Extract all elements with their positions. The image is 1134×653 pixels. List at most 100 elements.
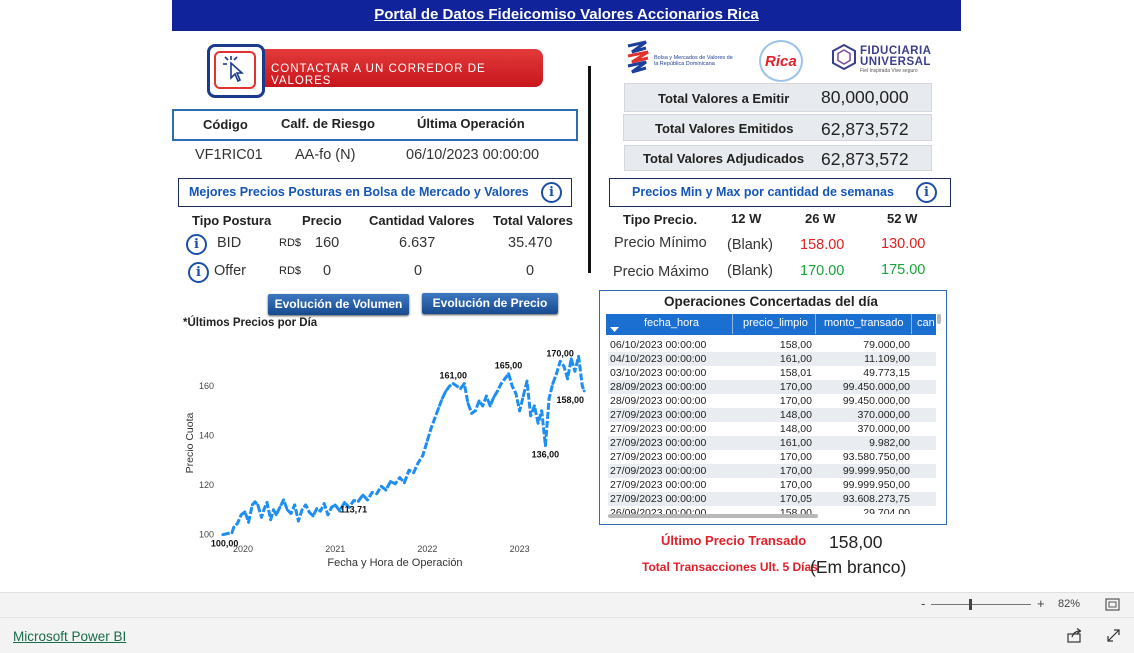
bid-total: 35.470	[508, 235, 553, 251]
price-point	[366, 498, 369, 502]
price-point	[412, 471, 415, 475]
col-cantidad[interactable]: can	[917, 317, 935, 329]
fullscreen-icon[interactable]	[1106, 628, 1121, 643]
precio-maximo-label: Precio Máximo	[613, 264, 709, 280]
price-point	[507, 372, 510, 376]
bid-info-icon[interactable]: i	[186, 234, 207, 255]
calificacion-value: AA-fo (N)	[295, 147, 356, 163]
total-transacciones-label: Total Transacciones Ult. 5 Días	[642, 560, 818, 574]
table-row[interactable]: 03/10/2023 00:00:00 158,01 49.773,15	[608, 366, 936, 380]
price-point	[580, 384, 584, 388]
cell-precio-limpio: 170,00	[779, 479, 812, 491]
price-point	[250, 503, 254, 507]
contact-broker-button[interactable]: CONTACTAR A UN CORREDOR DE VALORES	[205, 43, 544, 98]
price-point	[300, 508, 304, 512]
precio-minimo-52w: 130.00	[881, 236, 926, 252]
cell-monto-transado: 99.999.950,00	[842, 479, 910, 491]
horizontal-scrollbar[interactable]	[608, 514, 818, 518]
table-row[interactable]: 27/09/2023 00:00:00 170,05 93.608.273,75	[608, 492, 936, 506]
table-row[interactable]: 28/09/2023 00:00:00 170,00 99.450.000,00	[608, 394, 936, 408]
price-point	[448, 384, 451, 388]
table-row[interactable]: 06/10/2023 00:00:00 158,00 79.000,00	[608, 338, 936, 352]
info-icon[interactable]: i	[541, 182, 562, 203]
table-row[interactable]: 27/09/2023 00:00:00 170,00 99.999.950,00	[608, 464, 936, 478]
table-row[interactable]: 27/09/2023 00:00:00 161,00 9.982,00	[608, 436, 936, 450]
price-point	[496, 389, 499, 393]
zoom-out-button[interactable]: -	[921, 596, 925, 611]
zoom-slider-track[interactable]	[931, 604, 1031, 605]
price-point	[529, 414, 533, 418]
cell-fecha-hora: 27/09/2023 00:00:00	[610, 437, 707, 449]
cell-precio-limpio: 170,00	[779, 395, 812, 407]
price-point	[343, 501, 346, 504]
vertical-scrollbar[interactable]	[937, 314, 941, 324]
price-point	[577, 355, 580, 358]
operaciones-table-header: fecha_hora precio_limpio monto_transado …	[606, 314, 936, 335]
col-monto-transado[interactable]: monto_transado	[824, 317, 904, 329]
table-row[interactable]: 27/09/2023 00:00:00 170,00 99.999.950,00	[608, 478, 936, 492]
price-point	[462, 382, 466, 385]
price-point	[389, 480, 392, 483]
price-point	[525, 379, 529, 383]
offer-label: Offer	[214, 263, 246, 279]
codigo-header: Código	[203, 117, 248, 132]
report-title[interactable]: Portal de Datos Fideicomiso Valores Acci…	[172, 6, 961, 23]
cell-fecha-hora: 28/09/2023 00:00:00	[610, 395, 707, 407]
precio-maximo-26w: 170.00	[800, 263, 845, 279]
x-tick-label: 2023	[510, 544, 530, 554]
table-row[interactable]: 28/09/2023 00:00:00 170,00 99.450.000,00	[608, 380, 936, 394]
price-point	[379, 484, 383, 488]
cell-monto-transado: 49.773,15	[863, 367, 910, 379]
powerbi-footer: Microsoft Power BI	[0, 617, 1134, 653]
evolucion-precio-button[interactable]: Evolución de Precio	[422, 293, 558, 314]
cell-monto-transado: 370.000,00	[857, 423, 910, 435]
bolsa-title-box: Mejores Precios Posturas en Bolsa de Mer…	[178, 178, 572, 207]
col-fecha-hora[interactable]: fecha_hora	[644, 317, 699, 329]
price-point	[510, 384, 514, 388]
fiduciaria-line3: Fiel Inspirada Vive seguro	[860, 68, 918, 74]
info-icon[interactable]: i	[916, 182, 937, 203]
price-point	[232, 525, 236, 529]
price-point	[566, 377, 569, 381]
offer-info-icon[interactable]: i	[188, 262, 209, 283]
price-point	[582, 389, 586, 393]
evolucion-volumen-button[interactable]: Evolución de Volumen	[268, 294, 409, 315]
table-row[interactable]: 04/10/2023 00:00:00 161,00 11.109,00	[608, 352, 936, 366]
tipo-postura-header: Tipo Postura	[192, 213, 272, 228]
price-point	[319, 509, 322, 513]
col-precio-limpio[interactable]: precio_limpio	[743, 317, 808, 329]
y-tick-label: 120	[199, 480, 214, 490]
bid-precio: 160	[315, 235, 340, 251]
price-line-chart[interactable]: 1001201401602020 2021 2022 2023Precio Cuota…	[176, 330, 596, 575]
zoom-slider-thumb[interactable]	[969, 599, 972, 610]
total-header: Total Valores	[493, 213, 573, 228]
price-point	[322, 502, 326, 505]
cell-precio-limpio: 170,00	[779, 465, 812, 477]
header-divider	[911, 314, 912, 334]
share-icon[interactable]	[1067, 628, 1083, 643]
sort-down-icon[interactable]	[610, 327, 620, 333]
price-point	[297, 519, 300, 523]
price-point	[243, 510, 247, 514]
price-point	[407, 468, 411, 472]
table-row[interactable]: 27/09/2023 00:00:00 148,00 370.000,00	[608, 408, 936, 422]
cell-monto-transado: 93.608.273,75	[842, 493, 910, 505]
table-row[interactable]: 26/09/2023 00:00:00 158,00 29.704,00	[608, 506, 936, 514]
price-point	[499, 382, 503, 385]
table-row[interactable]: 27/09/2023 00:00:00 148,00 370.000,00	[608, 422, 936, 436]
price-point	[326, 513, 330, 517]
y-axis-label: Precio Cuota	[184, 412, 196, 473]
cell-precio-limpio: 158,00	[779, 339, 812, 351]
price-point	[333, 503, 337, 507]
cell-fecha-hora: 27/09/2023 00:00:00	[610, 409, 707, 421]
cell-precio-limpio: 170,05	[779, 493, 812, 505]
powerbi-link[interactable]: Microsoft Power BI	[13, 629, 126, 644]
fit-to-page-icon[interactable]	[1105, 598, 1120, 611]
price-point	[356, 499, 360, 503]
table-row[interactable]: 27/09/2023 00:00:00 170,00 93.580.750,00	[608, 450, 936, 464]
price-point	[330, 505, 333, 509]
cell-precio-limpio: 158,01	[779, 367, 812, 379]
zoom-in-button[interactable]: +	[1037, 596, 1045, 611]
total-emitidos-card: Total Valores Emitidos 62,873,572	[623, 114, 932, 141]
price-point	[221, 533, 225, 536]
